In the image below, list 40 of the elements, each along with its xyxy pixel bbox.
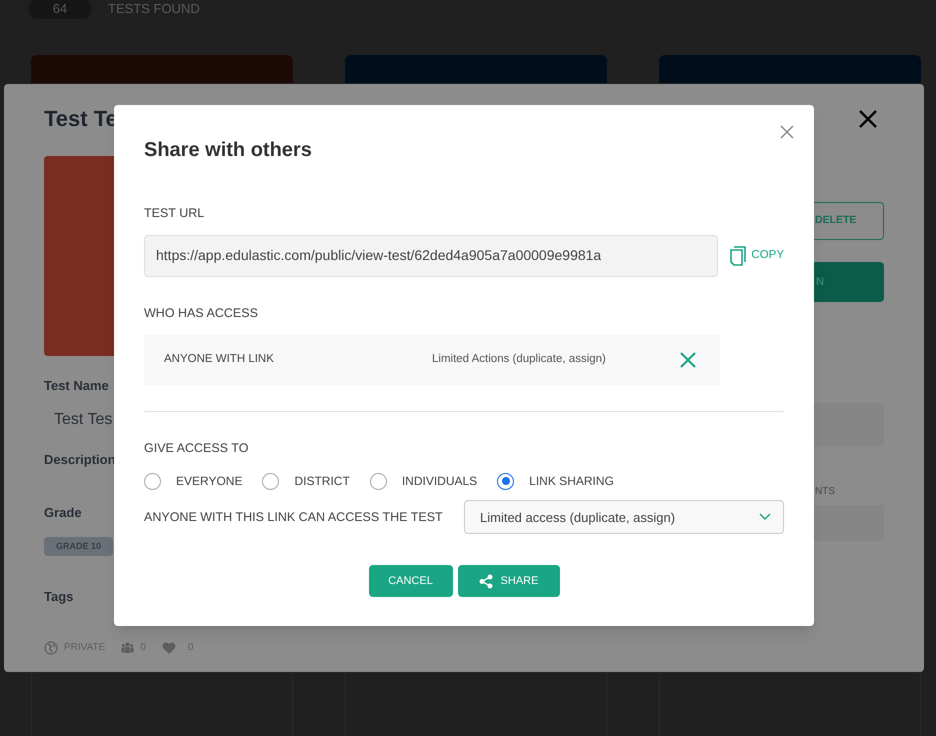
radio-option[interactable]: EVERYONE: [144, 472, 242, 490]
card-thumbnail[interactable]: [31, 55, 293, 83]
section-label: WHO HAS ACCESS: [144, 304, 259, 322]
url-field[interactable]: https://app.edulastic.com/public/view-test/62ded4a905a7a00009e9981a: [144, 234, 718, 277]
users-icon: [121, 642, 134, 653]
chevron-down-icon: [759, 513, 771, 522]
radio-button[interactable]: [370, 472, 387, 490]
radio-option[interactable]: DISTRICT: [262, 472, 350, 490]
copy-icon: [729, 246, 748, 266]
card-thumbnail[interactable]: [659, 55, 921, 83]
field-label: Description: [44, 450, 116, 469]
radio-button[interactable]: [144, 472, 161, 490]
close-button[interactable]: [780, 125, 794, 139]
field-label: Test Name: [44, 377, 109, 395]
field-label: Tags: [44, 588, 74, 606]
test-name-value: Test Tes: [54, 410, 112, 430]
share-icon: [478, 574, 493, 589]
column-label: NTS: [814, 485, 835, 499]
section-label: TEST URL: [144, 205, 206, 222]
results-label: TESTS FOUND: [108, 0, 200, 18]
radio-option[interactable]: LINK SHARING: [497, 472, 614, 490]
field-label: ANYONE WITH THIS LINK CAN ACCESS THE TEST: [144, 508, 443, 526]
dialog-title: Share with others: [144, 138, 313, 162]
card-thumbnail[interactable]: [345, 55, 607, 83]
close-button[interactable]: [858, 109, 878, 129]
dropdown-value: Limited access (duplicate, assign): [480, 508, 676, 527]
count-badge: 64: [28, 0, 92, 19]
input-field[interactable]: [814, 505, 884, 541]
radio-button[interactable]: [497, 472, 514, 490]
remove-icon[interactable]: [680, 352, 696, 368]
field-label: Grade: [44, 504, 82, 522]
access-permission: Limited Actions (duplicate, assign): [432, 352, 607, 367]
input-field[interactable]: [814, 403, 884, 446]
radio-button[interactable]: [262, 472, 280, 490]
globe-icon: [44, 640, 58, 654]
radio-option[interactable]: INDIVIDUALS: [370, 472, 478, 490]
heart-icon: [162, 642, 176, 654]
section-label: GIVE ACCESS TO: [144, 440, 250, 456]
access-who: ANYONE WITH LINK: [164, 352, 275, 367]
access-dropdown[interactable]: Limited access (duplicate, assign): [464, 500, 784, 534]
